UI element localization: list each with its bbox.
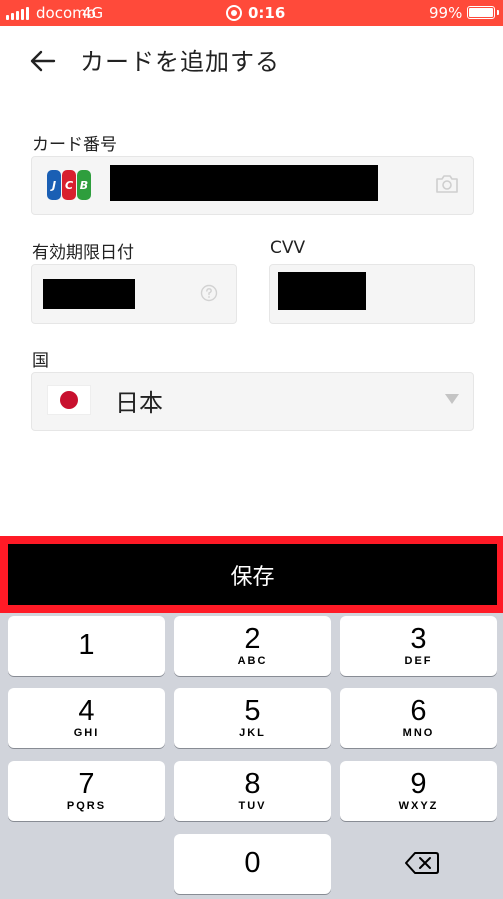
country-select[interactable] [31,372,474,431]
help-icon[interactable] [200,284,218,302]
back-arrow-icon[interactable] [28,46,58,76]
key-2[interactable]: 2 ABC [174,616,331,676]
key-letters: ABC [237,655,268,667]
key-7[interactable]: 7 PQRS [8,761,165,821]
key-digit: 2 [244,623,261,655]
key-digit: 0 [244,847,261,879]
key-0[interactable]: 0 [174,834,331,894]
key-3[interactable]: 3 DEF [340,616,497,676]
key-letters: TUV [238,800,267,812]
key-letters: WXYZ [398,800,439,812]
jcb-letter-b: B [77,170,91,200]
key-digit: 7 [78,768,95,800]
status-time: 0:16 [226,4,285,22]
clock: 0:16 [248,4,286,22]
jcb-letter-c: C [62,170,76,200]
card-number-label: カード番号 [32,135,117,155]
key-letters: GHI [73,727,100,739]
jcb-letter-j: J [47,170,61,200]
signal-strength-icon [6,6,29,20]
cvv-label: CVV [270,238,306,258]
expiry-label: 有効期限日付 [32,243,134,263]
status-bar: docomo 4G 0:16 99% [0,0,503,26]
key-digit: 6 [410,695,427,727]
country-value: 日本 [115,389,163,417]
key-digit: 8 [244,768,261,800]
key-letters: DEF [404,655,433,667]
screen-recording-icon [226,5,242,21]
card-number-redacted [110,165,378,201]
country-label: 国 [32,351,49,371]
key-letters: MNO [402,727,435,739]
page-title: カードを追加する [80,48,280,76]
key-digit: 4 [78,695,95,727]
key-6[interactable]: 6 MNO [340,688,497,748]
key-9[interactable]: 9 WXYZ [340,761,497,821]
key-digit: 5 [244,695,261,727]
key-1[interactable]: 1 [8,616,165,676]
key-5[interactable]: 5 JKL [174,688,331,748]
key-letters: JKL [239,727,266,739]
camera-icon[interactable] [435,174,459,194]
key-digit: 1 [78,629,95,661]
dropdown-triangle-icon[interactable] [445,394,459,404]
japan-flag-icon [47,385,91,415]
backspace-icon[interactable] [404,850,440,876]
battery-percentage: 99% [429,4,463,22]
save-button[interactable]: 保存 [8,544,497,605]
cvv-redacted [278,272,366,310]
network-type: 4G [82,4,104,22]
jcb-brand-icon: J C B [47,170,91,200]
expiry-redacted [43,279,135,309]
key-4[interactable]: 4 GHI [8,688,165,748]
key-digit: 3 [410,623,427,655]
key-8[interactable]: 8 TUV [174,761,331,821]
key-digit: 9 [410,768,427,800]
key-letters: PQRS [66,800,107,812]
battery-icon [467,6,499,19]
